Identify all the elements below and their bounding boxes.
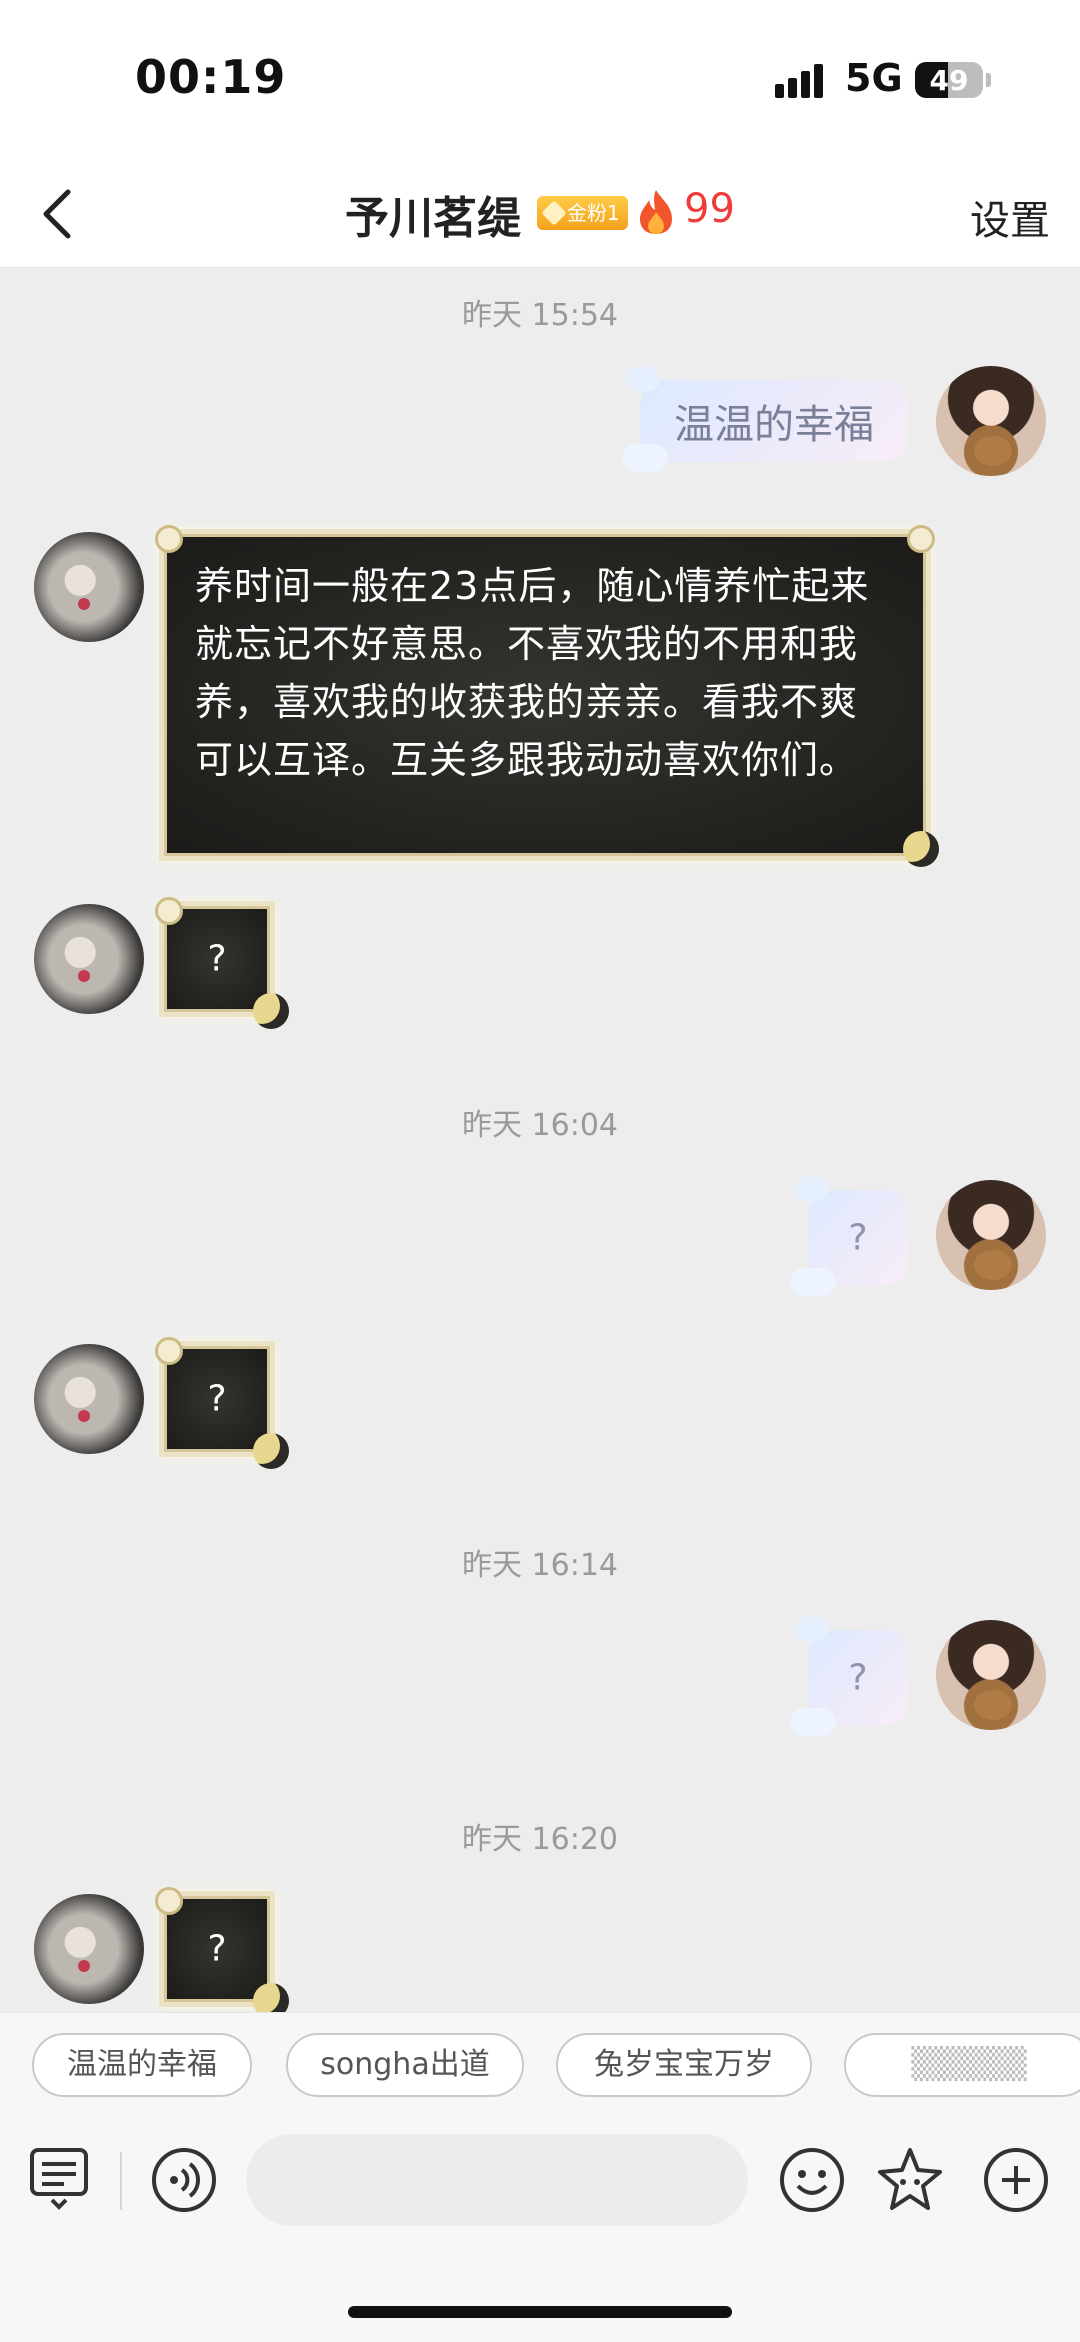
- message-text: ?: [848, 1657, 868, 1699]
- quick-reply-chip[interactable]: 温温的幸福: [32, 2033, 252, 2097]
- sticker-icon: [878, 2148, 942, 2210]
- my-message-bubble[interactable]: 温温的幸福: [622, 366, 908, 472]
- bubble-ornament: [155, 525, 183, 553]
- message-text: ?: [207, 1928, 227, 1970]
- chat-title[interactable]: 予川茗缇: [345, 182, 521, 246]
- quick-reply-chip[interactable]: songha出道: [286, 2033, 524, 2097]
- bubble-ornament: [155, 897, 183, 925]
- message-input[interactable]: [246, 2134, 748, 2226]
- divider: [120, 2152, 122, 2210]
- my-message-bubble[interactable]: ?: [790, 1616, 908, 1736]
- signal-icon: [775, 62, 831, 98]
- voice-icon: [152, 2148, 216, 2212]
- message-text: ?: [848, 1217, 868, 1259]
- home-indicator: [348, 2306, 732, 2318]
- heat-count: 99: [684, 186, 735, 232]
- my-avatar[interactable]: [936, 366, 1046, 476]
- timestamp: 昨天 16:20: [462, 1822, 618, 1857]
- contact-message-bubble[interactable]: ?: [155, 897, 289, 1029]
- message-text: 养时间一般在23点后，随心情养忙起来就忘记不好意思。不喜欢我的不用和我养，喜欢我…: [195, 564, 870, 782]
- battery-level: 49: [929, 64, 969, 97]
- timestamp: 昨天 15:54: [462, 298, 618, 333]
- more-button[interactable]: [982, 2146, 1050, 2214]
- contact-message-bubble[interactable]: ?: [155, 1887, 289, 2019]
- moon-icon: [903, 831, 939, 867]
- back-button[interactable]: [24, 178, 96, 250]
- emoji-button[interactable]: [778, 2146, 846, 2214]
- moon-icon: [253, 993, 289, 1029]
- contact-avatar[interactable]: [34, 904, 144, 1014]
- contact-message-bubble[interactable]: 养时间一般在23点后，随心情养忙起来就忘记不好意思。不喜欢我的不用和我养，喜欢我…: [155, 525, 939, 867]
- fan-badge-icon: [541, 200, 567, 226]
- quick-reply-bar: 温温的幸福 songha出道 兔岁宝宝万岁 ▒▒▒▒▒: [0, 2012, 1080, 2122]
- back-icon: [43, 189, 71, 239]
- fire-icon: [640, 190, 672, 234]
- status-time: 00:19: [135, 50, 287, 104]
- my-message-bubble[interactable]: ?: [790, 1176, 908, 1296]
- settings-button[interactable]: 设置: [970, 188, 1050, 246]
- timestamp: 昨天 16:04: [462, 1108, 618, 1143]
- message-text: ?: [207, 1378, 227, 1420]
- contact-message-bubble[interactable]: ?: [155, 1337, 289, 1469]
- network-type: 5G: [845, 56, 903, 100]
- keyboard-toggle-button[interactable]: [26, 2144, 94, 2212]
- plus-icon: [984, 2148, 1048, 2212]
- contact-avatar[interactable]: [34, 532, 144, 642]
- bubble-ornament: [155, 1887, 183, 1915]
- quick-reply-chip[interactable]: 兔岁宝宝万岁: [556, 2033, 812, 2097]
- moon-icon: [253, 1433, 289, 1469]
- contact-avatar[interactable]: [34, 1344, 144, 1454]
- bubble-ornament: [155, 1337, 183, 1365]
- battery-tip: [986, 73, 991, 87]
- bubble-ornament: [907, 525, 935, 553]
- contact-avatar[interactable]: [34, 1894, 144, 2004]
- timestamp: 昨天 16:14: [462, 1548, 618, 1583]
- my-avatar[interactable]: [936, 1620, 1046, 1730]
- chat-header: 予川茗缇 金粉1 99 设置: [0, 160, 1080, 268]
- message-text: ?: [207, 938, 227, 980]
- keyboard-icon: [30, 2148, 88, 2210]
- quick-reply-chip[interactable]: ▒▒▒▒▒: [844, 2033, 1080, 2097]
- fan-badge-label: 金粉1: [567, 201, 620, 225]
- battery-icon: 49: [915, 62, 983, 98]
- input-bar: [0, 2122, 1080, 2342]
- emoji-icon: [780, 2148, 844, 2212]
- fan-badge: 金粉1: [537, 196, 628, 230]
- voice-button[interactable]: [150, 2146, 218, 2214]
- my-avatar[interactable]: [936, 1180, 1046, 1290]
- message-text: 温温的幸福: [674, 402, 874, 448]
- status-bar: 00:19 5G 49: [0, 0, 1080, 160]
- sticker-button[interactable]: [876, 2146, 944, 2214]
